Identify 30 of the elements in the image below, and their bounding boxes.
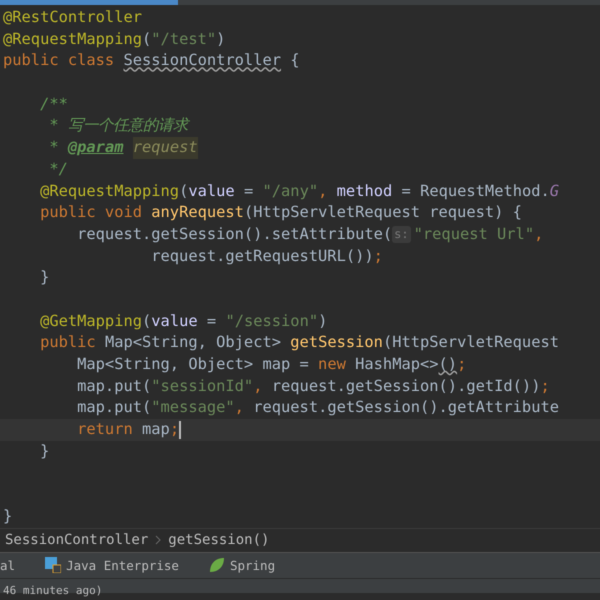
code-line: } [39,267,50,288]
code-line: * 写一个任意的请求 [48,115,191,136]
module-icon [45,557,62,573]
code-line: } [2,506,14,527]
editor-tab-indicator[interactable] [0,0,178,5]
code-line: @GetMapping(value = "/session") [39,310,328,332]
code-line: public class SessionController { [2,50,301,72]
code-line: Map<String, Object> map = new HashMap<>(); [76,354,468,375]
code-line: */ [48,158,69,180]
code-line: } [39,440,50,462]
tool-window-button[interactable]: Spring [208,557,276,573]
tool-window-button[interactable]: al [0,558,16,572]
code-line: @RequestMapping("/test") [2,28,226,50]
code-line: * @param request [0,137,600,159]
chevron-icon [154,534,162,546]
code-line: public void anyRequest(HttpServletRequest request) { [39,202,523,224]
code-line: /** [39,94,69,115]
code-line: @RestController [2,7,143,28]
code-line: request.getSession().setAttribute(s: "request Url", [76,224,544,246]
tool-window-button[interactable]: Java Enterprise [45,557,179,573]
code-line: map.put("sessionId", request.getSession().getId()); [76,376,551,397]
code-line: @RequestMapping(value = "/any", method = RequestMethod.G [39,180,560,202]
status-text: 46 minutes ago) [3,584,102,596]
leaf-icon [208,557,225,573]
text-caret [179,420,182,439]
code-line: map.put("message", request.getSession().getAttribute [76,397,560,418]
code-line: public Map<String, Object> getSession(HttpServletRequest [39,332,560,354]
code-line: request.getRequestURL()); [150,246,384,267]
breadcrumb[interactable]: SessionController [5,532,148,548]
breadcrumb[interactable]: getSession() [168,532,270,548]
